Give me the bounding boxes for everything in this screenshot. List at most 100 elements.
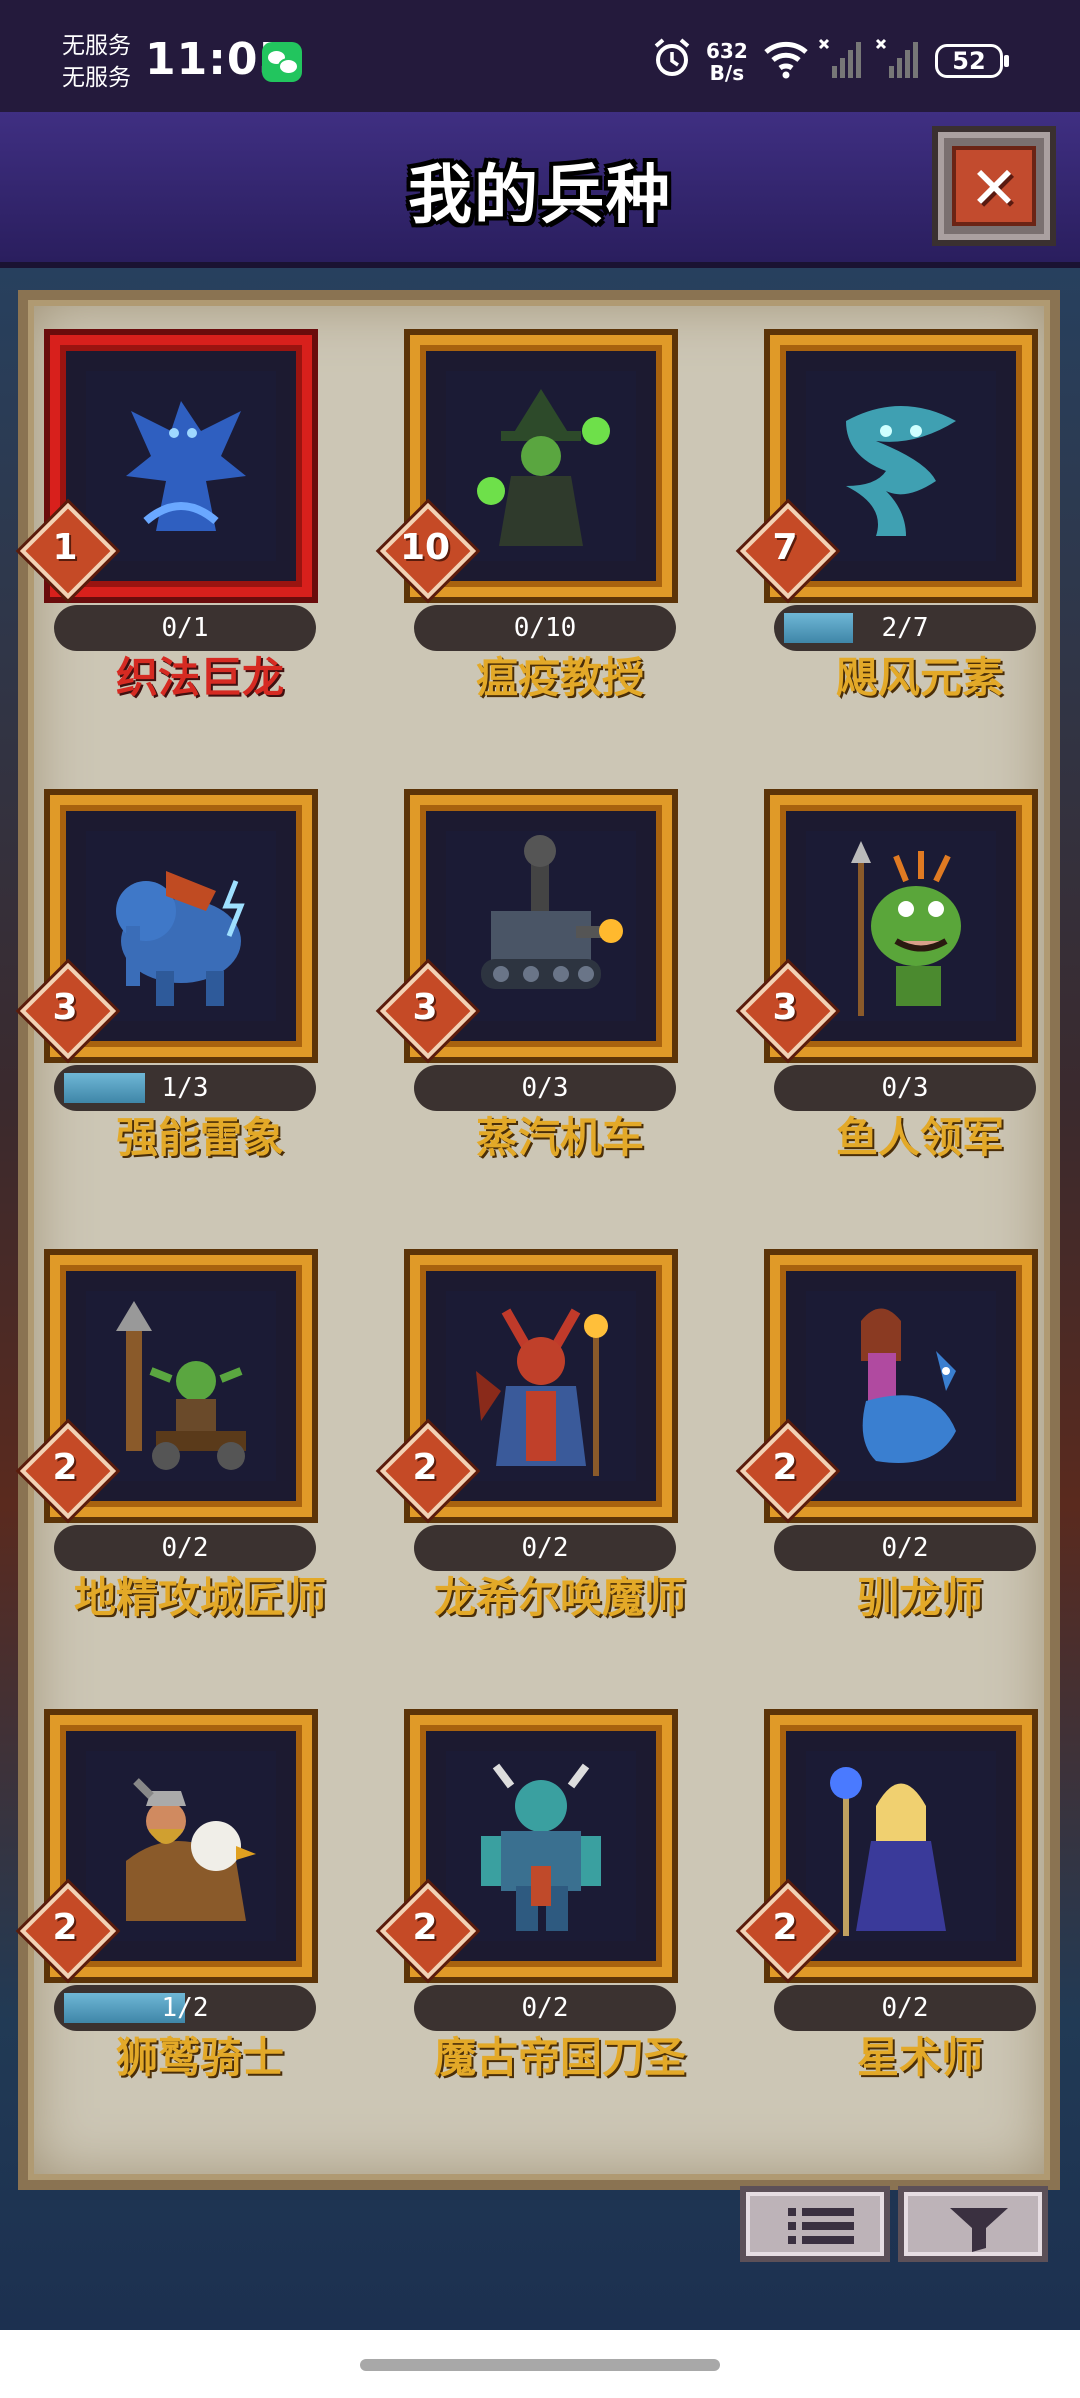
unit-card[interactable]: 3 0/3 蒸汽机车 <box>379 795 680 1162</box>
cell-signal-2-icon <box>875 38 918 78</box>
dragon-tamer-icon <box>806 1291 996 1481</box>
steam-tank-icon <box>446 831 636 1021</box>
unit-card[interactable]: 7 2/7 飓风元素 <box>739 335 1040 702</box>
unit-progress-text: 0/2 <box>521 1993 569 2023</box>
unit-progress-bar: 1/2 <box>54 1985 316 2031</box>
unit-card[interactable]: 1 0/1 织法巨龙 <box>19 335 320 702</box>
cell-signal-1-icon <box>818 38 861 78</box>
unit-card[interactable]: 2 0/2 地精攻城匠师 <box>19 1255 326 1622</box>
gryphon-rider-icon <box>86 1751 276 1941</box>
unit-card[interactable]: 2 0/2 魔古帝国刀圣 <box>379 1715 686 2082</box>
unit-name: 魔古帝国刀圣 <box>433 2033 686 2082</box>
unit-name: 星术师 <box>856 2033 983 2082</box>
murloc-leader-portrait <box>806 831 996 1021</box>
unit-progress-bar: 0/3 <box>414 1065 676 1111</box>
unit-name: 龙希尔唤魔师 <box>433 1573 686 1622</box>
demon-caller-icon <box>446 1291 636 1481</box>
level-badge-value: 2 <box>52 1447 78 1488</box>
astromancer-portrait <box>806 1751 996 1941</box>
unit-progress-text: 0/2 <box>521 1533 569 1563</box>
carrier-line-2: 无服务 <box>62 65 131 91</box>
level-badge-value: 2 <box>52 1907 78 1948</box>
level-badge-value: 2 <box>412 1447 438 1488</box>
close-icon: ✕ <box>952 146 1036 226</box>
carrier-status: 无服务 无服务 <box>62 30 131 94</box>
unit-progress-text: 1/2 <box>161 1993 209 2023</box>
unit-progress-bar: 1/3 <box>54 1065 316 1111</box>
wifi-icon <box>764 41 808 79</box>
unit-progress-text: 0/2 <box>881 1993 929 2023</box>
gryphon-rider-portrait <box>86 1751 276 1941</box>
unit-card[interactable]: 2 0/2 驯龙师 <box>739 1255 1040 1622</box>
goblin-siege-icon <box>86 1291 276 1481</box>
level-badge-value: 3 <box>52 987 78 1028</box>
unit-card[interactable]: 2 1/2 狮鹫骑士 <box>19 1715 320 2082</box>
thunder-elephant-portrait <box>86 831 276 1021</box>
unit-progress-text: 0/1 <box>161 613 209 643</box>
level-badge-value: 7 <box>772 527 798 568</box>
astromancer-icon <box>806 1751 996 1941</box>
level-badge-value: 2 <box>412 1907 438 1948</box>
network-speed-unit: B/s <box>709 61 745 85</box>
unit-progress-bar: 0/2 <box>774 1985 1036 2031</box>
unit-progress-text: 1/3 <box>161 1073 209 1103</box>
list-icon <box>788 2208 854 2244</box>
carrier-line-1: 无服务 <box>62 33 131 59</box>
mogu-blademaster-icon <box>446 1751 636 1941</box>
unit-card[interactable]: 3 0/3 鱼人领军 <box>739 795 1040 1162</box>
unit-progress-bar: 0/2 <box>414 1525 676 1571</box>
unit-progress-text: 0/3 <box>521 1073 569 1103</box>
unit-card[interactable]: 2 0/2 星术师 <box>739 1715 1040 2082</box>
unit-name: 强能雷象 <box>115 1113 284 1162</box>
level-badge-value: 2 <box>772 1447 798 1488</box>
status-bar: 无服务 无服务 11:05 632 B/s 52 <box>0 0 1080 112</box>
murloc-leader-icon <box>806 831 996 1021</box>
unit-card[interactable]: 2 0/2 龙希尔唤魔师 <box>379 1255 686 1622</box>
steam-tank-portrait <box>446 831 636 1021</box>
unit-progress-bar: 0/10 <box>414 605 676 651</box>
level-badge-value: 3 <box>772 987 798 1028</box>
list-button[interactable] <box>740 2186 890 2262</box>
unit-name: 狮鹫骑士 <box>115 2033 284 2082</box>
unit-progress-bar: 0/3 <box>774 1065 1036 1111</box>
thunder-elephant-icon <box>86 831 276 1021</box>
home-gesture-handle[interactable] <box>360 2359 720 2371</box>
alarm-icon <box>654 38 690 76</box>
cyclone-elemental-icon <box>806 371 996 561</box>
level-badge-value: 10 <box>399 527 451 568</box>
unit-card[interactable]: 10 0/10 瘟疫教授 <box>379 335 680 702</box>
unit-name: 鱼人领军 <box>835 1113 1004 1162</box>
unit-progress-text: 2/7 <box>881 613 929 643</box>
unit-progress-text: 0/2 <box>161 1533 209 1563</box>
filter-icon <box>950 2208 1008 2252</box>
unit-progress-bar: 0/2 <box>774 1525 1036 1571</box>
goblin-siege-portrait <box>86 1291 276 1481</box>
unit-card[interactable]: 3 1/3 强能雷象 <box>19 795 320 1162</box>
unit-progress-bar: 0/1 <box>54 605 316 651</box>
filter-button[interactable] <box>898 2186 1048 2262</box>
unit-progress-text: 0/10 <box>513 613 577 643</box>
wechat-icon <box>262 42 302 82</box>
close-button[interactable]: ✕ <box>932 126 1056 246</box>
unit-name: 蒸汽机车 <box>475 1113 644 1162</box>
plague-professor-portrait <box>446 371 636 561</box>
unit-name: 织法巨龙 <box>115 653 284 702</box>
demon-caller-portrait <box>446 1291 636 1481</box>
level-badge-value: 3 <box>412 987 438 1028</box>
unit-name: 飓风元素 <box>835 653 1004 702</box>
unit-progress-bar: 0/2 <box>414 1985 676 2031</box>
title-bar: 我的兵种 <box>0 112 1080 268</box>
dragon-tamer-portrait <box>806 1291 996 1481</box>
page-title: 我的兵种 <box>408 159 672 233</box>
unit-progress-text: 0/2 <box>881 1533 929 1563</box>
blue-dragon-portrait <box>86 371 276 561</box>
unit-progress-bar: 2/7 <box>774 605 1036 651</box>
level-badge-value: 2 <box>772 1907 798 1948</box>
cyclone-elemental-portrait <box>806 371 996 561</box>
unit-name: 瘟疫教授 <box>475 653 644 702</box>
battery-indicator: 52 <box>935 44 1009 78</box>
level-badge-value: 1 <box>52 527 78 568</box>
unit-name: 地精攻城匠师 <box>73 1573 326 1622</box>
mogu-blademaster-portrait <box>446 1751 636 1941</box>
blue-dragon-icon <box>86 371 276 561</box>
